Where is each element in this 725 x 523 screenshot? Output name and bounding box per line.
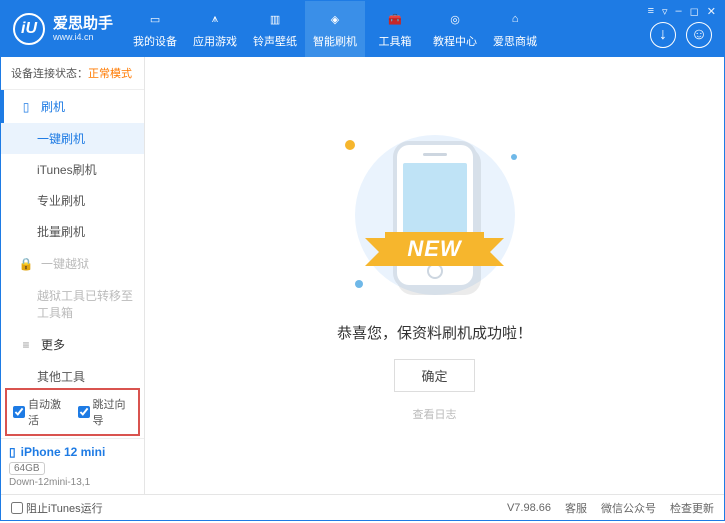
new-ribbon: NEW	[385, 232, 483, 266]
nav-label: 铃声壁纸	[253, 33, 297, 49]
sidebar-item-batch[interactable]: 批量刷机	[1, 216, 144, 247]
status-label: 设备连接状态：	[11, 68, 88, 80]
version-label: V7.98.66	[507, 502, 551, 514]
checkbox-label: 自动激活	[28, 396, 68, 428]
footer: 阻止iTunes运行 V7.98.66 客服 微信公众号 检查更新	[1, 494, 724, 520]
checkbox-auto-activate[interactable]: 自动激活	[13, 396, 68, 428]
sidebar-group-more[interactable]: ≡ 更多	[1, 328, 144, 361]
nav-label: 我的设备	[133, 33, 177, 49]
user-icon: ☺	[691, 26, 707, 44]
sidebar-item-itunes[interactable]: iTunes刷机	[1, 154, 144, 185]
store-icon: ⌂	[505, 9, 525, 29]
more-icon: ≡	[19, 338, 33, 352]
lock-icon: 🔒	[19, 257, 33, 271]
service-link[interactable]: 客服	[565, 500, 587, 516]
nav-ringtones[interactable]: ▥ 铃声壁纸	[245, 1, 305, 57]
update-link[interactable]: 检查更新	[670, 500, 714, 516]
wechat-link[interactable]: 微信公众号	[601, 500, 656, 516]
download-icon: ↓	[659, 26, 667, 44]
window-controls: ≡ ▿ – ◻ ✕	[648, 1, 724, 18]
device-icon: ▭	[145, 9, 165, 29]
device-block[interactable]: ▯ iPhone 12 mini 64GB Down-12mini-13,1	[1, 438, 144, 494]
success-message: 恭喜您，保资料刷机成功啦！	[337, 322, 532, 343]
checkbox-input[interactable]	[13, 406, 25, 418]
connection-status: 设备连接状态：正常模式	[1, 57, 144, 90]
checkbox-input[interactable]	[11, 502, 23, 514]
app-title: 爱思助手	[53, 16, 113, 33]
tutorial-icon: ◎	[445, 9, 465, 29]
checkbox-label: 阻止iTunes运行	[26, 500, 103, 516]
nav-label: 智能刷机	[313, 33, 357, 49]
flash-icon: ◈	[325, 9, 345, 29]
sidebar: 设备连接状态：正常模式 ▯刷机 一键刷机 iTunes刷机 专业刷机 批量刷机 …	[1, 57, 145, 494]
toolbox-icon: 🧰	[385, 9, 405, 29]
nav-toolbox[interactable]: 🧰 工具箱	[365, 1, 425, 57]
pin-icon[interactable]: ▿	[662, 5, 668, 18]
sidebar-item-other-tools[interactable]: 其他工具	[1, 361, 144, 386]
sidebar-options-highlight: 自动激活 跳过向导	[5, 388, 140, 436]
menu-icon[interactable]: ≡	[648, 5, 654, 18]
apps-icon: ⩚	[205, 9, 225, 29]
titlebar: iU 爱思助手 www.i4.cn ▭ 我的设备 ⩚ 应用游戏 ▥ 铃声壁纸 ◈ 智能刷…	[1, 1, 724, 57]
sidebar-item-oneclick[interactable]: 一键刷机	[1, 123, 144, 154]
nav-label: 教程中心	[433, 33, 477, 49]
device-firmware: Down-12mini-13,1	[9, 477, 136, 488]
success-illustration: NEW	[325, 130, 545, 300]
sidebar-item-pro[interactable]: 专业刷机	[1, 185, 144, 216]
status-value: 正常模式	[88, 68, 132, 80]
minimize-icon[interactable]: –	[676, 5, 682, 18]
logo-section: iU 爱思助手 www.i4.cn	[1, 13, 125, 45]
phone-icon: ▯	[19, 100, 33, 114]
group-label: 一键越狱	[41, 255, 89, 272]
nav-label: 工具箱	[379, 33, 412, 49]
main-content: NEW 恭喜您，保资料刷机成功啦！ 确定 查看日志	[145, 57, 724, 494]
sidebar-group-flash[interactable]: ▯ 刷机	[1, 90, 144, 123]
sidebar-item-jailbreak-note: 越狱工具已转移至工具箱	[1, 280, 144, 328]
ok-button[interactable]: 确定	[394, 359, 474, 392]
checkbox-input[interactable]	[78, 406, 90, 418]
account-button[interactable]: ☺	[686, 22, 712, 48]
close-icon[interactable]: ✕	[707, 5, 716, 18]
checkbox-block-itunes[interactable]: 阻止iTunes运行	[11, 500, 103, 516]
app-window: iU 爱思助手 www.i4.cn ▭ 我的设备 ⩚ 应用游戏 ▥ 铃声壁纸 ◈ 智能刷…	[0, 0, 725, 521]
group-label: 刷机	[41, 98, 65, 115]
logo-icon: iU	[13, 13, 45, 45]
storage-badge: 64GB	[9, 462, 45, 475]
nav-tutorials[interactable]: ◎ 教程中心	[425, 1, 485, 57]
nav-apps[interactable]: ⩚ 应用游戏	[185, 1, 245, 57]
checkbox-skip-guide[interactable]: 跳过向导	[78, 396, 133, 428]
view-log-link[interactable]: 查看日志	[413, 406, 457, 422]
device-name: iPhone 12 mini	[21, 445, 106, 459]
group-label: 更多	[41, 336, 65, 353]
main-nav: ▭ 我的设备 ⩚ 应用游戏 ▥ 铃声壁纸 ◈ 智能刷机 🧰 工具箱 ◎ 教程中心 ⌂ 爱思商城	[125, 1, 648, 57]
checkbox-label: 跳过向导	[93, 396, 133, 428]
nav-label: 应用游戏	[193, 33, 237, 49]
sidebar-group-jailbreak: 🔒 一键越狱	[1, 247, 144, 280]
app-site: www.i4.cn	[53, 32, 113, 42]
nav-flash[interactable]: ◈ 智能刷机	[305, 1, 365, 57]
maximize-icon[interactable]: ◻	[690, 5, 699, 18]
wallpaper-icon: ▥	[265, 9, 285, 29]
device-phone-icon: ▯	[9, 445, 16, 459]
nav-label: 爱思商城	[493, 33, 537, 49]
nav-store[interactable]: ⌂ 爱思商城	[485, 1, 545, 57]
nav-my-device[interactable]: ▭ 我的设备	[125, 1, 185, 57]
download-button[interactable]: ↓	[650, 22, 676, 48]
